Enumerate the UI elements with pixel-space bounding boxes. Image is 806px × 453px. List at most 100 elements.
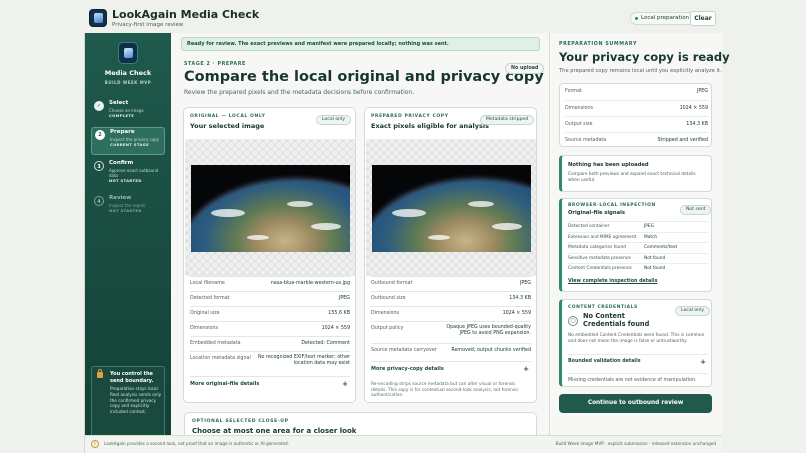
check-icon: ✓ <box>94 101 104 111</box>
ready-banner: Ready for review. The exact previews and… <box>181 37 540 51</box>
uploaded-body: Compare both previews and expand exact t… <box>568 172 696 183</box>
original-details-toggle[interactable]: More original-file details + <box>190 376 350 391</box>
card-kicker: PREPARED PRIVACY COPY <box>371 114 449 119</box>
summary-heading: Your privacy copy is ready <box>559 50 730 64</box>
content-credentials-box: CONTENT CREDENTIALS Local only ○ No Cont… <box>559 299 712 387</box>
uploaded-title: Nothing has been uploaded <box>568 162 649 168</box>
inspection-box: BROWSER-LOCAL INSPECTION Original-file s… <box>559 198 712 292</box>
plus-icon: + <box>523 365 529 373</box>
note-title: You control the send boundary. <box>110 371 154 384</box>
local-only-badge: Local only <box>316 115 352 125</box>
summary-kicker: PREPARATION SUMMARY <box>559 42 638 47</box>
original-image-preview <box>185 139 355 276</box>
meta-row: Original size 155.6 KB <box>190 306 350 321</box>
step-state: COMPLETE <box>109 113 135 118</box>
step-state: NOT STARTED <box>109 178 142 183</box>
card-title: Your selected image <box>190 122 265 130</box>
credential-icon: ○ <box>568 316 578 326</box>
inspection-kicker: BROWSER-LOCAL INSPECTION <box>568 203 656 208</box>
credentials-local-badge: Local only <box>675 306 711 316</box>
step-select[interactable]: ✓ Select Choose an image COMPLETE <box>91 99 165 123</box>
step-number: 4 <box>94 196 104 206</box>
page-description: Review the prepared pixels and the metad… <box>184 89 415 96</box>
summary-description: The prepared copy remains local until yo… <box>559 68 722 74</box>
summary-table: Format JPEG Dimensions 1024 × 559 Output s… <box>559 83 712 147</box>
step-prepare[interactable]: 2 Prepare Inspect the privacy copy CURREN… <box>91 127 165 155</box>
step-state: CURRENT STAGE <box>110 142 149 147</box>
meta-row: Outbound format JPEG <box>371 276 531 291</box>
signal-row: Sensitive metadata presence Not found <box>568 252 708 264</box>
signal-row: Extension and MIME agreement Match <box>568 231 708 243</box>
prepared-details-toggle[interactable]: More privacy-copy details + <box>371 361 531 376</box>
summary-row: Output size 134.3 KB <box>565 116 708 132</box>
lock-icon <box>97 369 103 378</box>
local-preparation-badge: Local preparation <box>630 12 697 25</box>
signal-row: Content Credentials presence Not found <box>568 263 708 274</box>
step-confirm[interactable]: 3 Confirm Approve exact outbound data NOT… <box>91 159 165 189</box>
summary-row: Format JPEG <box>565 89 708 94</box>
card-title: Exact pixels eligible for analysis <box>371 122 489 130</box>
credentials-body: No embedded Content Credentials were fou… <box>568 333 705 344</box>
missing-credentials-note: Missing credentials are not evidence of … <box>568 373 708 388</box>
footer-build-info: Build Week image MVP · explicit submissi… <box>555 441 716 446</box>
sidebar-subtitle: BUILD WEEK MVP <box>104 80 152 85</box>
sidebar-logo-icon <box>118 42 138 64</box>
sidebar: Media Check BUILD WEEK MVP ✓ Select Choo… <box>85 33 171 453</box>
meta-row: Detected format JPEG <box>190 291 350 306</box>
original-card: ORIGINAL — LOCAL ONLY Your selected imag… <box>183 107 356 403</box>
earth-image <box>191 165 350 252</box>
signal-row: Detected container JPEG <box>568 221 708 232</box>
bounded-validation-toggle[interactable]: Bounded validation details + <box>568 354 708 369</box>
summary-row: Source metadata Stripped and verified <box>565 132 708 148</box>
step-label: Prepare <box>110 129 135 135</box>
step-label: Select <box>109 100 129 106</box>
inspection-details-link[interactable]: View complete inspection details <box>568 279 657 284</box>
app-title: LookAgain Media Check <box>112 8 260 21</box>
footer-disclaimer: LookAgain provides a second look, not pr… <box>104 441 290 446</box>
step-desc: Approve exact outbound data <box>109 168 159 178</box>
step-state: NOT STARTED <box>109 208 142 213</box>
closeup-kicker: OPTIONAL SELECTED CLOSE-UP <box>192 419 289 424</box>
app-subtitle: Privacy-first image review <box>112 22 184 28</box>
meta-row: Dimensions 1024 × 559 <box>371 306 531 321</box>
page-title: Compare the local original and privacy c… <box>184 69 544 85</box>
meta-row: Output policy Opaque JPEG uses bounded-qu… <box>371 321 531 343</box>
not-sent-badge: Not sent <box>680 205 712 215</box>
prepared-image-preview <box>366 139 536 276</box>
meta-row: Outbound size 134.3 KB <box>371 291 531 306</box>
meta-row: Embedded metadata Detected: Comment <box>190 336 350 351</box>
credentials-title: No Content Credentials found <box>583 312 650 328</box>
inspection-title: Original-file signals <box>568 210 625 216</box>
meta-row: Local filename nasa-blue-marble-western-u… <box>190 276 350 291</box>
signal-row: Metadata categories found Comments/text <box>568 242 708 253</box>
info-icon: i <box>91 440 99 448</box>
step-label: Confirm <box>109 160 134 166</box>
nothing-uploaded-box: Nothing has been uploaded Compare both p… <box>559 155 712 192</box>
step-review[interactable]: 4 Review Inspect the report NOT STARTED <box>91 194 165 218</box>
continue-outbound-button[interactable]: Continue to outbound review <box>559 394 712 413</box>
no-upload-badge: No upload <box>505 63 545 74</box>
earth-image <box>372 165 531 252</box>
card-kicker: ORIGINAL — LOCAL ONLY <box>190 114 266 119</box>
plus-icon: + <box>700 358 706 366</box>
step-number: 3 <box>94 161 104 171</box>
sidebar-title: Media Check <box>104 69 152 77</box>
credentials-kicker: CONTENT CREDENTIALS <box>568 305 638 310</box>
meta-row: Source metadata carryover Removed; output… <box>371 343 531 358</box>
footer: i LookAgain provides a second look, not … <box>85 435 722 453</box>
closeup-title: Choose at most one area for a closer loo… <box>192 427 357 435</box>
summary-row: Dimensions 1024 × 559 <box>565 100 708 116</box>
top-bar: LookAgain Media Check Privacy-first imag… <box>84 5 722 33</box>
meta-row: Dimensions 1024 × 559 <box>190 321 350 336</box>
metadata-stripped-badge: Metadata stripped <box>480 115 535 125</box>
plus-icon: + <box>342 380 348 388</box>
reencode-note: Re-encoding strips source metadata but c… <box>371 382 519 399</box>
meta-row: Location metadata signal No recognized EX… <box>190 351 350 373</box>
clear-button[interactable]: Clear <box>690 11 716 26</box>
note-body: Preparation stays local. Real analysis s… <box>110 386 162 415</box>
app-logo-icon <box>89 9 107 27</box>
stage-kicker: STAGE 2 · PREPARE <box>184 62 246 67</box>
step-label: Review <box>109 195 132 201</box>
prepared-card: PREPARED PRIVACY COPY Exact pixels eligi… <box>364 107 537 403</box>
step-number: 2 <box>95 130 105 140</box>
